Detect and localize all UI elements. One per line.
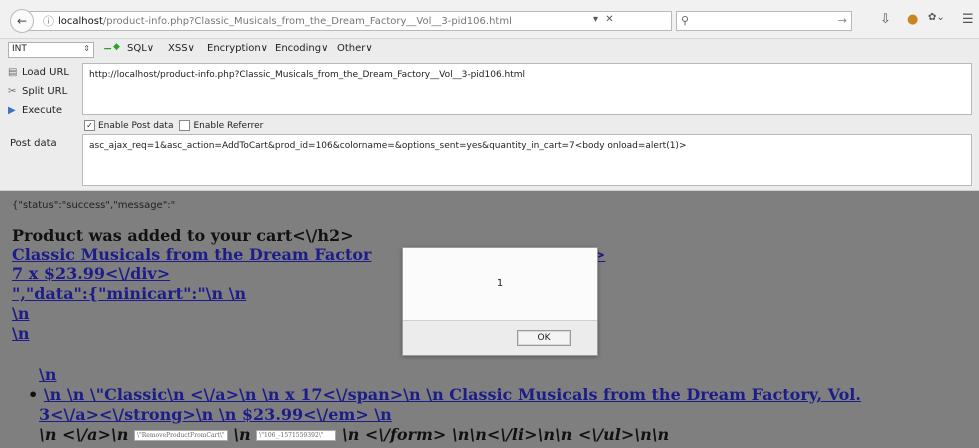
load-url-icon: ▤ xyxy=(8,67,18,78)
decrease-icon[interactable]: − xyxy=(103,42,112,55)
site-info-icon[interactable]: ⓘ xyxy=(43,13,54,29)
load-url-label: Load URL xyxy=(22,67,70,78)
search-bar[interactable]: ⚲ → xyxy=(676,11,852,31)
split-url-button[interactable]: ✂ Split URL xyxy=(8,86,67,97)
addon-icon[interactable]: ● xyxy=(907,12,918,27)
post-options: ✓ Enable Post data Enable Referrer xyxy=(84,120,263,131)
cart-item-row-2: 3<\/a><\/strong>\n \n $23.99<\/em> \n xyxy=(39,405,392,424)
increase-icon[interactable]: ◆ xyxy=(113,42,120,52)
alert-message: 1 xyxy=(496,278,504,289)
bullet-icon: • xyxy=(28,385,39,404)
download-icon[interactable]: ⇩ xyxy=(880,12,891,27)
navigation-bar: ⓘ localhost/product-info.php?Classic_Mus… xyxy=(0,0,979,39)
execute-icon: ▶ xyxy=(8,105,16,116)
load-url-button[interactable]: ▤ Load URL xyxy=(8,67,69,78)
enable-referrer-label: Enable Referrer xyxy=(193,120,264,131)
product-id-input[interactable]: \"106_-1571559392\" xyxy=(256,430,337,441)
address-bar-controls: ▾ ✕ xyxy=(593,14,618,25)
newline-row-2: \n xyxy=(12,324,29,343)
hackbar-panel: ▤ Load URL ✂ Split URL ▶ Execute http://… xyxy=(0,62,979,191)
select-spinner-icon: ⇕ xyxy=(83,44,90,53)
back-button[interactable]: ← xyxy=(10,9,34,33)
minicart-row: ","data":{"minicart":"\n \n xyxy=(12,284,246,303)
type-select-value: INT xyxy=(12,44,27,54)
hamburger-menu-icon[interactable]: ☰ xyxy=(962,12,974,27)
price-link[interactable]: 7 x $23.99<\/div> xyxy=(12,264,170,283)
extension-menu-icon[interactable]: ✿⌄ xyxy=(928,12,945,23)
newline-row-3: \n xyxy=(39,365,56,384)
url-textarea[interactable]: http://localhost/product-info.php?Classi… xyxy=(82,63,972,115)
newline-link-3[interactable]: \n xyxy=(39,365,56,384)
cart-message: Product was added to your cart<\/h2> xyxy=(12,226,354,245)
newline-link-1[interactable]: \n xyxy=(12,304,29,323)
ok-button[interactable]: OK xyxy=(517,330,571,346)
json-response-start: {"status":"success","message":" xyxy=(12,200,176,211)
execute-label: Execute xyxy=(22,105,62,116)
execute-button[interactable]: ▶ Execute xyxy=(8,105,62,116)
address-bar[interactable]: ⓘ localhost/product-info.php?Classic_Mus… xyxy=(28,11,672,31)
back-arrow-icon: ← xyxy=(16,14,28,28)
newline-link-2[interactable]: \n xyxy=(12,324,29,343)
post-data-label: Post data xyxy=(10,138,57,149)
product-link[interactable]: Classic Musicals from the Dream Factor xyxy=(12,245,371,264)
enable-post-checkbox[interactable]: ✓ xyxy=(84,120,95,131)
menu-other[interactable]: Other∨ xyxy=(337,43,373,54)
menu-encryption[interactable]: Encryption∨ xyxy=(207,43,268,54)
search-icon: ⚲ xyxy=(681,14,690,27)
menu-sql[interactable]: SQL∨ xyxy=(127,43,154,54)
cart-item-text-1: \n <\/a>\n xyxy=(39,425,129,444)
search-go-icon[interactable]: → xyxy=(838,14,847,27)
cart-item-link-2[interactable]: 3<\/a><\/strong>\n \n $23.99<\/em> \n xyxy=(39,405,392,424)
minicart-link[interactable]: ","data":{"minicart":"\n \n xyxy=(12,284,246,303)
type-select[interactable]: INT ⇕ xyxy=(8,42,94,58)
url-path: /product-info.php?Classic_Musicals_from_… xyxy=(102,15,512,27)
clear-url-icon[interactable]: ✕ xyxy=(605,14,613,25)
product-link-row: Classic Musicals from the Dream Factor xyxy=(12,245,371,264)
menu-encoding[interactable]: Encoding∨ xyxy=(275,43,328,54)
alert-dialog: 1 OK xyxy=(402,247,598,356)
url-host: localhost xyxy=(58,15,103,27)
split-url-label: Split URL xyxy=(22,86,68,97)
price-row: 7 x $23.99<\/div> xyxy=(12,264,170,283)
split-url-icon: ✂ xyxy=(8,86,17,97)
enable-post-label: Enable Post data xyxy=(98,120,174,131)
alert-footer: OK xyxy=(403,320,597,355)
enable-referrer-checkbox[interactable] xyxy=(179,120,191,131)
newline-row-1: \n xyxy=(12,304,29,323)
cart-item-text-3: \n <\/form> \n\n<\/li>\n\n <\/ul>\n\n xyxy=(341,425,670,444)
cart-item-row-3: \n <\/a>\n \"RemoveProductFromCart\" \n … xyxy=(39,425,669,444)
remove-product-input[interactable]: \"RemoveProductFromCart\" xyxy=(133,430,228,441)
dropdown-arrow-icon[interactable]: ▾ xyxy=(593,14,598,25)
post-data-textarea[interactable]: asc_ajax_req=1&asc_action=AddToCart&prod… xyxy=(82,134,972,186)
cart-item-link[interactable]: \n \n \"Classic\n <\/a>\n \n x 17<\/span… xyxy=(44,385,861,404)
cart-item-text-2: \n xyxy=(233,425,251,444)
hackbar-toolbar: INT ⇕ − ◆ SQL∨ XSS∨ Encryption∨ Encoding… xyxy=(0,39,979,63)
list-item: • \n \n \"Classic\n <\/a>\n \n x 17<\/sp… xyxy=(28,385,861,404)
menu-xss[interactable]: XSS∨ xyxy=(168,43,195,54)
